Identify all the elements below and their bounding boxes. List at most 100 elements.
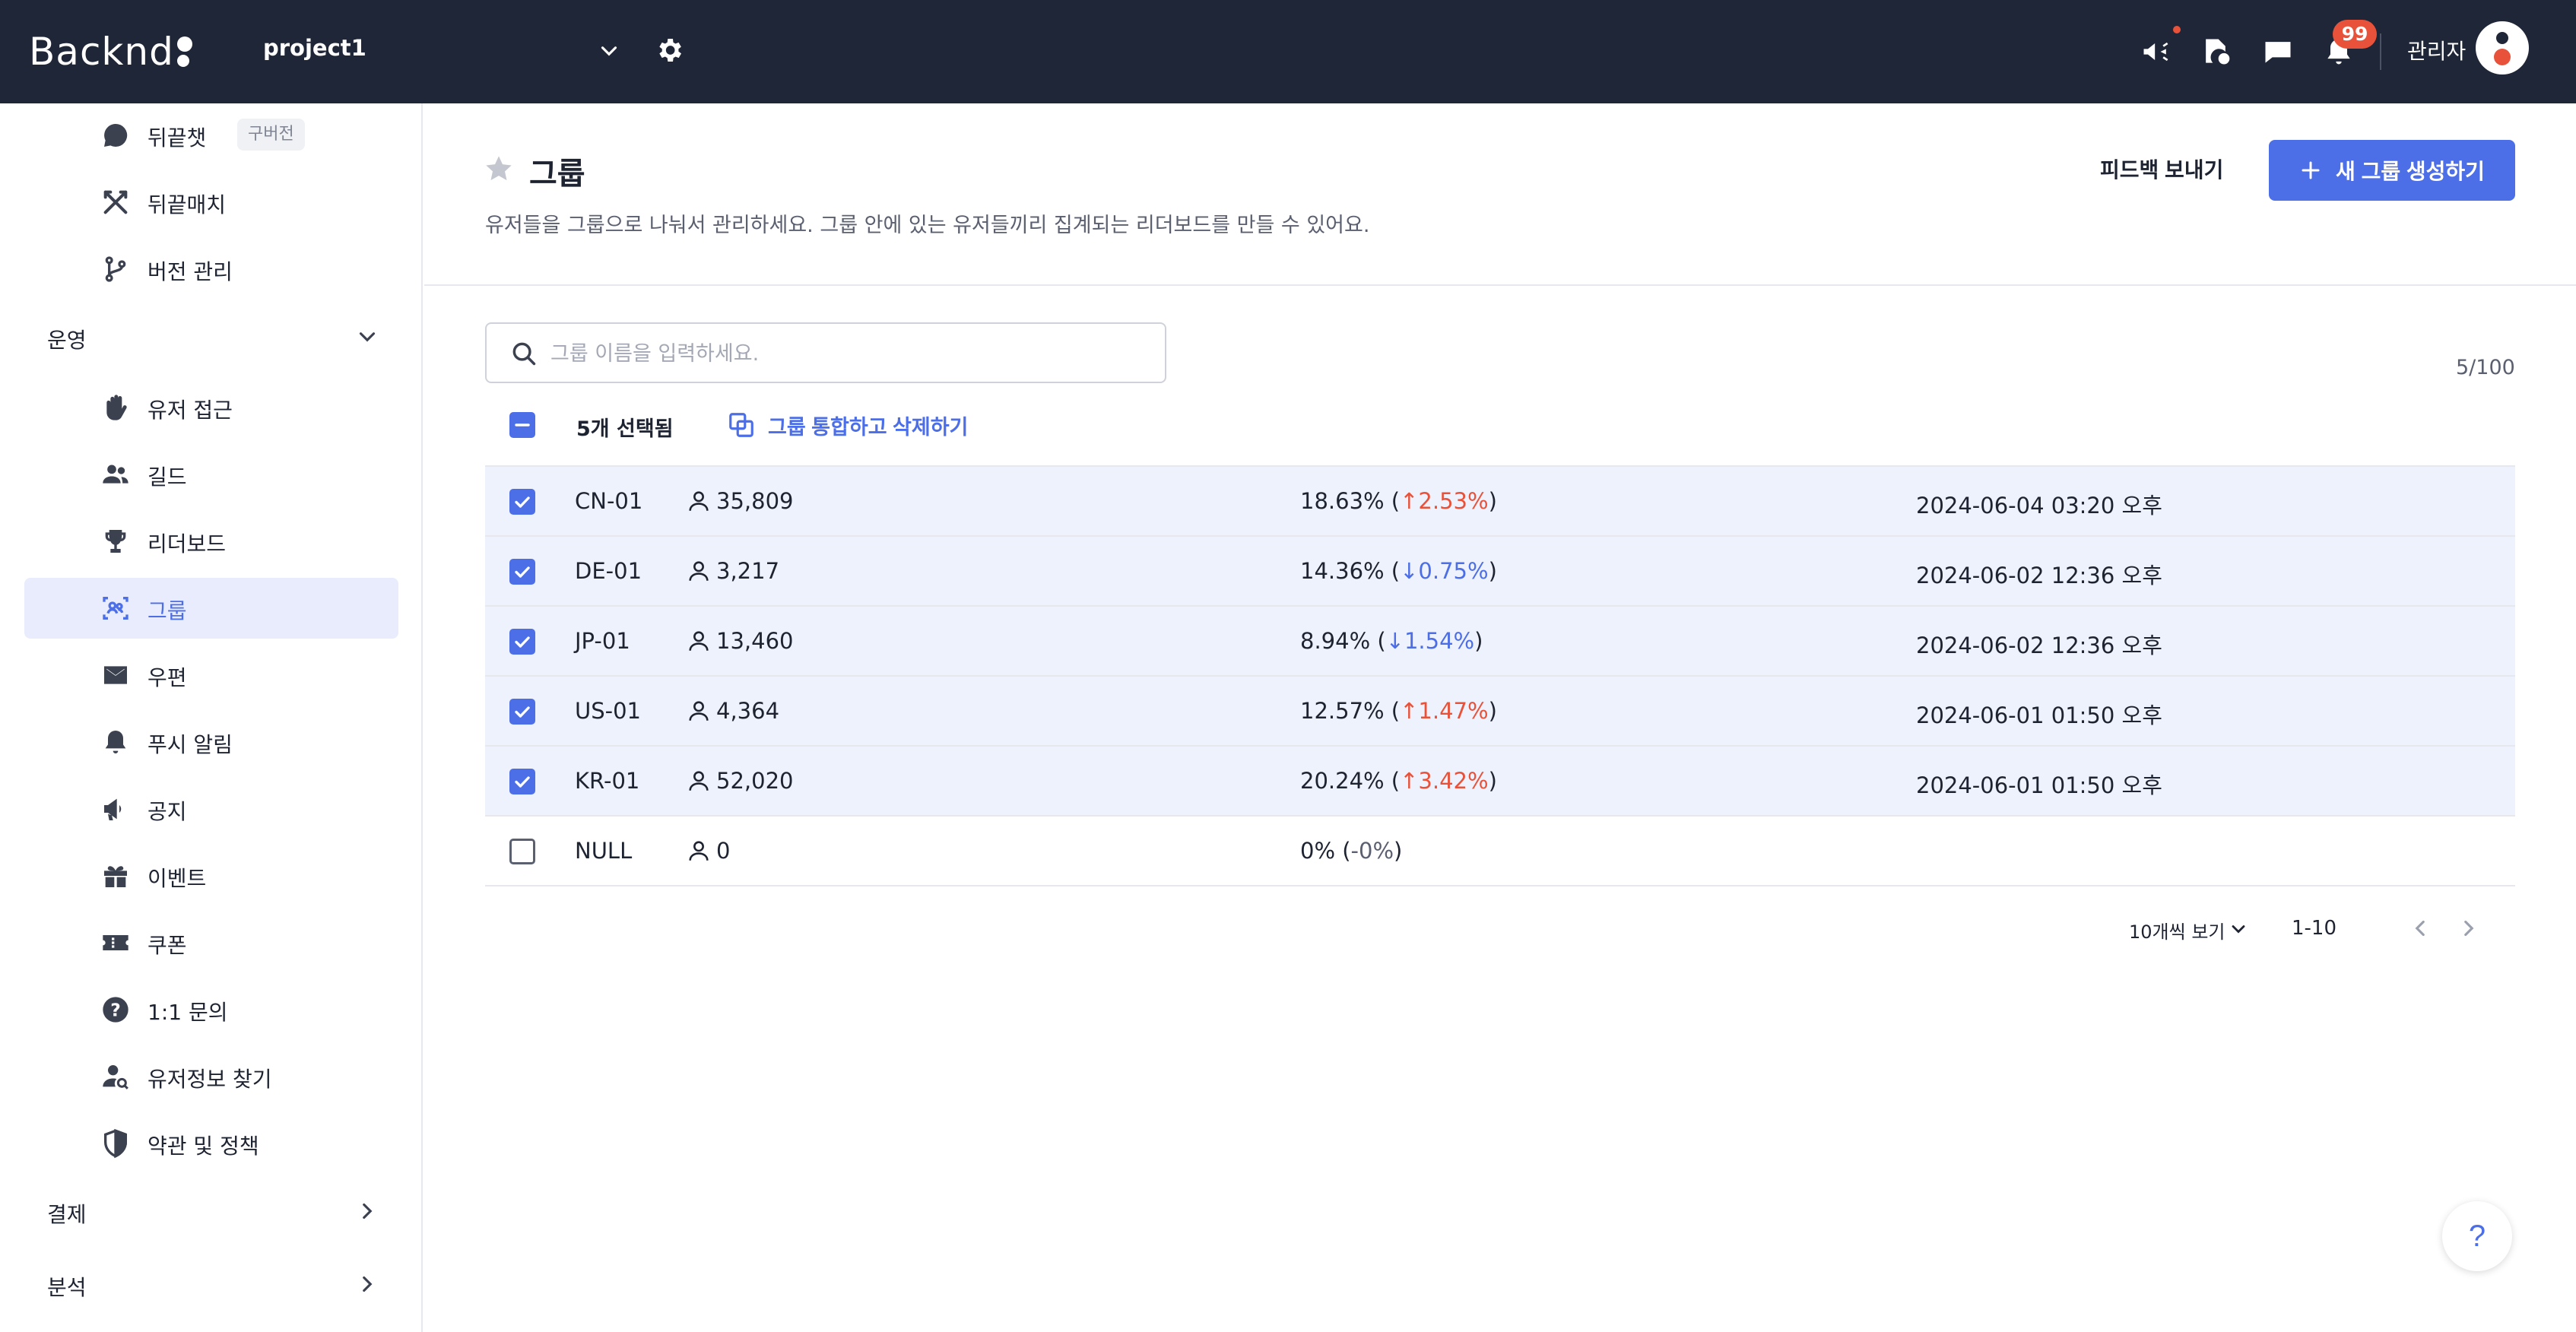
sidebar-item-mail[interactable]: 우편 bbox=[24, 645, 398, 706]
table-row[interactable]: US-01 4,364 12.57% (↑1.47%) 2024-06-01 01:5… bbox=[485, 677, 2515, 747]
sidebar-item-coupon[interactable]: 쿠폰 bbox=[24, 912, 398, 973]
sidebar-item-label: 공지 bbox=[148, 799, 187, 824]
rate-change-value: 3.42% bbox=[1418, 768, 1489, 794]
section-operation[interactable]: 운영 bbox=[24, 307, 398, 368]
sidebar-item-match[interactable]: 뒤끝매치 bbox=[24, 172, 398, 233]
group-name[interactable]: DE-01 bbox=[575, 558, 642, 584]
merge-icon bbox=[729, 413, 753, 437]
rate-change: ↓0.75% bbox=[1400, 558, 1488, 584]
sidebar-item-version[interactable]: 버전 관리 bbox=[24, 239, 398, 300]
chevron-down-icon[interactable] bbox=[2228, 918, 2249, 940]
row-checkbox[interactable] bbox=[509, 489, 535, 515]
minus-icon bbox=[515, 423, 530, 427]
group-name[interactable]: JP-01 bbox=[575, 628, 630, 654]
group-name[interactable]: CN-01 bbox=[575, 488, 642, 514]
sidebar-item-group[interactable]: 그룹 bbox=[24, 578, 398, 639]
group-icon bbox=[103, 597, 128, 620]
table-row[interactable]: CN-01 35,809 18.63% (↑2.53%) 2024-06-04 03:… bbox=[485, 467, 2515, 537]
chevron-left-icon[interactable] bbox=[2407, 915, 2433, 941]
rate-cell: 14.36% (↓0.75%) bbox=[1300, 558, 1497, 584]
question-icon: ? bbox=[103, 997, 128, 1023]
rate-cell: 18.63% (↑2.53%) bbox=[1300, 488, 1497, 514]
arrow-up-icon: ↑ bbox=[1400, 768, 1419, 794]
table-row[interactable]: DE-01 3,217 14.36% (↓0.75%) 2024-06-02 12:3… bbox=[485, 537, 2515, 607]
user-icon bbox=[689, 561, 709, 581]
selected-count: 5개 선택됨 bbox=[576, 417, 674, 441]
message-icon[interactable] bbox=[2261, 35, 2295, 68]
sidebar-item-chat[interactable]: 뒤끝챗 구버전 bbox=[24, 105, 398, 166]
sidebar-item-user-search[interactable]: 유저정보 찾기 bbox=[24, 1046, 398, 1107]
page-header bbox=[424, 103, 2576, 286]
merge-delete-button[interactable]: 그룹 통합하고 삭제하기 bbox=[727, 408, 968, 442]
rate-cell: 12.57% (↑1.47%) bbox=[1300, 698, 1497, 724]
feedback-button[interactable]: 피드백 보내기 bbox=[2085, 140, 2238, 201]
logo[interactable]: Backnd bbox=[29, 29, 192, 75]
section-analytics[interactable]: 분석 bbox=[24, 1254, 398, 1315]
rate-cell: 0% (-0%) bbox=[1300, 838, 1402, 864]
rate-change-value: 1.47% bbox=[1418, 698, 1489, 724]
group-name[interactable]: US-01 bbox=[575, 698, 641, 724]
section-payment[interactable]: 결제 bbox=[24, 1181, 398, 1242]
document-coin-icon[interactable] bbox=[2199, 35, 2232, 68]
rate-change: ↑1.47% bbox=[1400, 698, 1488, 724]
group-date: 2024-06-01 01:50 오후 bbox=[1916, 702, 2162, 728]
select-all-checkbox[interactable] bbox=[509, 412, 535, 438]
rate-value: 0% ( bbox=[1300, 838, 1351, 864]
page-size-select[interactable]: 10개씩 보기 bbox=[2129, 917, 2225, 944]
table-row[interactable]: NULL 0 0% (-0%) bbox=[485, 817, 2515, 886]
group-name[interactable]: NULL bbox=[575, 838, 632, 864]
star-icon[interactable] bbox=[484, 154, 514, 184]
rate-cell: 8.94% (↓1.54%) bbox=[1300, 628, 1483, 654]
sidebar-item-user-access[interactable]: 유저 접근 bbox=[24, 377, 398, 438]
new-group-button[interactable]: 새 그룹 생성하기 bbox=[2269, 140, 2515, 201]
chevron-right-icon[interactable] bbox=[2456, 915, 2482, 941]
row-checkbox[interactable] bbox=[509, 699, 535, 725]
sidebar-item-label: 이벤트 bbox=[148, 866, 207, 891]
chevron-down-icon[interactable] bbox=[596, 38, 622, 64]
new-group-label: 새 그룹 생성하기 bbox=[2336, 160, 2485, 183]
sidebar-item-event[interactable]: 이벤트 bbox=[24, 845, 398, 906]
sidebar-item-leaderboard[interactable]: 리더보드 bbox=[24, 511, 398, 572]
sidebar-item-notice[interactable]: 공지 bbox=[24, 779, 398, 839]
section-label: 운영 bbox=[47, 328, 87, 353]
search-icon bbox=[512, 342, 536, 366]
help-button[interactable]: ? bbox=[2442, 1201, 2512, 1271]
group-name[interactable]: KR-01 bbox=[575, 768, 639, 794]
sidebar-item-policy[interactable]: 약관 및 정책 bbox=[24, 1113, 398, 1174]
avatar[interactable] bbox=[2476, 21, 2529, 75]
sidebar-item-label: 리더보드 bbox=[148, 531, 227, 557]
check-icon bbox=[515, 636, 530, 648]
row-checkbox[interactable] bbox=[509, 839, 535, 864]
sidebar-item-guild[interactable]: 길드 bbox=[24, 444, 398, 505]
gear-icon[interactable] bbox=[654, 35, 684, 65]
project-name[interactable]: project1 bbox=[263, 35, 366, 61]
notification-badge: 99 bbox=[2333, 20, 2377, 49]
user-count: 0 bbox=[716, 838, 731, 864]
arrow-up-icon: ↑ bbox=[1400, 698, 1419, 724]
user-count: 3,217 bbox=[716, 558, 780, 584]
table-row[interactable]: KR-01 52,020 20.24% (↑3.42%) 2024-06-01 01:… bbox=[485, 747, 2515, 817]
admin-name[interactable]: 관리자 bbox=[2407, 35, 2466, 65]
page-title: 그룹 bbox=[529, 157, 585, 192]
rate-close: ) bbox=[1488, 698, 1497, 724]
user-icon bbox=[689, 841, 709, 861]
rate-change: ↑3.42% bbox=[1400, 768, 1488, 794]
search-input[interactable] bbox=[550, 333, 1144, 374]
section-label: 분석 bbox=[47, 1275, 87, 1300]
megaphone-icon[interactable] bbox=[2140, 35, 2173, 68]
row-checkbox[interactable] bbox=[509, 629, 535, 655]
people-icon bbox=[103, 465, 128, 484]
top-bar: Backnd project1 99 관리자 bbox=[0, 0, 2576, 103]
sidebar-item-label: 버전 관리 bbox=[148, 259, 233, 284]
row-checkbox[interactable] bbox=[509, 559, 535, 585]
sidebar-item-push[interactable]: 푸시 알림 bbox=[24, 712, 398, 772]
bell-icon bbox=[105, 731, 126, 753]
check-icon bbox=[515, 776, 530, 788]
user-icon bbox=[689, 701, 709, 721]
table-row[interactable]: JP-01 13,460 8.94% (↓1.54%) 2024-06-02 12:3… bbox=[485, 607, 2515, 677]
arrow-down-icon: ↓ bbox=[1385, 628, 1404, 654]
group-date: 2024-06-04 03:20 오후 bbox=[1916, 493, 2162, 519]
rate-change-value: 0.75% bbox=[1418, 558, 1489, 584]
row-checkbox[interactable] bbox=[509, 769, 535, 794]
sidebar-item-inquiry[interactable]: ? 1:1 문의 bbox=[24, 979, 398, 1040]
